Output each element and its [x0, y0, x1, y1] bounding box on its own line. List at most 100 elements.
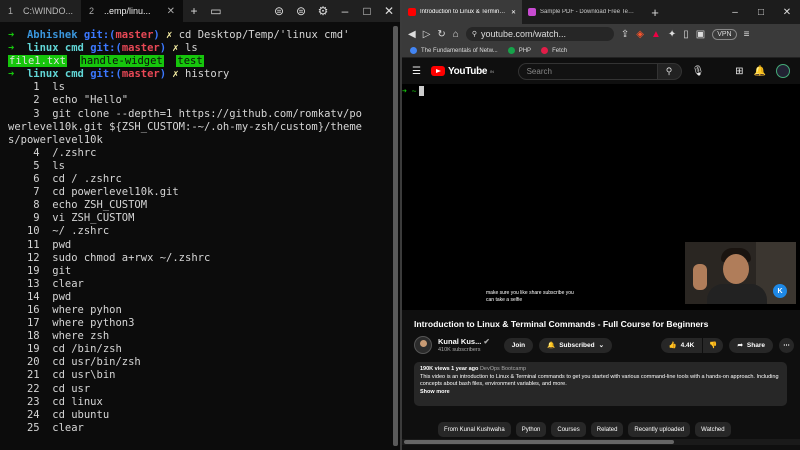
gear-icon[interactable]: ⚙ [312, 0, 334, 22]
hamburger-menu-icon[interactable]: ☰ [412, 66, 421, 77]
like-button[interactable]: 👍 4.4K [660, 337, 703, 353]
address-bar[interactable]: ⚲ youtube.com/watch... [465, 27, 614, 41]
sidebar-icon[interactable]: ▯ [683, 29, 689, 40]
extensions-icon[interactable]: ✦ [668, 29, 676, 40]
new-tab-plus-icon[interactable]: + [183, 0, 205, 22]
back-icon[interactable]: ◀ [408, 29, 416, 40]
history-line: 22 cd usr [8, 382, 91, 395]
history-line: 16 where pyhon [8, 303, 122, 316]
forward-icon[interactable]: ▷ [423, 29, 431, 40]
subscribed-button[interactable]: 🔔 Subscribed ⌄ [539, 337, 613, 353]
terminal-tab-1[interactable]: 1 C:\WINDO... [0, 0, 81, 22]
terminal-window[interactable]: 1 C:\WINDO... 2 ..emp/linu... ✕ + ▭ ⊜ ⊜ … [0, 0, 400, 450]
channel-meta: Kunal Kus... ✔ 410K subscribers [438, 337, 490, 353]
bookmark-item[interactable]: Fetch [541, 47, 567, 54]
bookmark-label: Fetch [552, 47, 568, 54]
filter-chip[interactable]: Related [590, 422, 624, 437]
avatar[interactable] [776, 64, 790, 78]
show-more-link[interactable]: Show more [420, 389, 781, 397]
new-tab-plus-icon[interactable]: + [642, 5, 668, 20]
bookmark-item[interactable]: The Fundamentals of Netw... [410, 47, 498, 54]
caption-line: can take a selfie [486, 297, 523, 303]
site-info-icon[interactable]: ⚲ [472, 30, 477, 38]
join-button[interactable]: Join [503, 337, 534, 353]
rewards-icon[interactable]: ▲ [651, 29, 661, 40]
bookmark-item[interactable]: PHP [507, 47, 531, 54]
channel-name[interactable]: Kunal Kus... ✔ [438, 337, 490, 346]
history-line: 8 echo ZSH_CUSTOM [8, 199, 148, 212]
youtube-favicon-icon [408, 8, 416, 16]
youtube-logo[interactable]: YouTube IN [430, 66, 494, 77]
scroll-thumb[interactable] [404, 440, 674, 444]
bell-icon[interactable]: 🔔 [754, 66, 766, 77]
bell-icon: 🔔 [547, 342, 556, 349]
video-title: Introduction to Linux & Terminal Command… [414, 319, 709, 329]
chevron-down-icon: ⌄ [598, 342, 605, 349]
browser-tab-youtube[interactable]: Introduction to Linux & Terminal C ✕ [402, 0, 522, 24]
menu-icon[interactable]: ≡ [744, 29, 750, 40]
horizontal-scrollbar[interactable] [402, 439, 800, 445]
close-icon[interactable]: ✕ [167, 6, 175, 17]
search-input[interactable]: Search [517, 62, 658, 80]
share-button[interactable]: ➦ Share [729, 337, 773, 353]
logo-region: IN [490, 68, 494, 74]
peace-hand [693, 264, 707, 290]
terminal-tab-2[interactable]: 2 ..emp/linu... ✕ [81, 0, 183, 22]
history-line: 12 sudo chmod a+rwx ~/.zshrc [8, 251, 211, 264]
minimize-icon[interactable]: – [334, 0, 356, 22]
prompt-dir: linux cmd [26, 68, 84, 81]
video-caption: make sure you like share subscribe you c… [486, 290, 574, 304]
browser-tab-pdf[interactable]: Sample PDF - Download Free Test PDF | Sm [522, 0, 642, 24]
prompt-git-close: ) [159, 68, 167, 81]
menu-icon-2[interactable]: ⊜ [290, 0, 312, 22]
ls-dir: handle-widget [79, 55, 164, 68]
tab-label: Sample PDF - Download Free Test PDF | Sm [540, 9, 636, 15]
close-icon[interactable]: ✕ [511, 9, 516, 16]
dislike-button[interactable]: 👎 [703, 337, 724, 353]
command: cd Desktop/Temp/'linux cmd' [172, 29, 350, 41]
search-icon[interactable]: ⚲ [657, 62, 682, 80]
filter-chip[interactable]: Recently uploaded [628, 422, 691, 437]
history-line: 4 /.zshrc [8, 146, 97, 159]
history-line: 24 cd ubuntu [8, 408, 110, 421]
minimize-icon[interactable]: – [722, 7, 748, 18]
video-player[interactable]: ➜ ~ make sure you like share subscribe y… [402, 84, 800, 310]
ls-dir: test [176, 55, 204, 68]
close-window-icon[interactable]: ✕ [774, 7, 800, 18]
ls-file: file1.txt [8, 55, 67, 68]
brave-shield-icon[interactable]: ◈ [636, 29, 644, 40]
close-window-icon[interactable]: ✕ [378, 0, 400, 22]
terminal-scrollbar[interactable] [393, 26, 398, 446]
share-page-icon[interactable]: ⇪ [621, 29, 629, 40]
split-pane-icon[interactable]: ▭ [205, 0, 227, 22]
history-line: 19 cd /bin/zsh [8, 343, 122, 356]
filter-chip[interactable]: Courses [551, 422, 586, 437]
microphone-icon[interactable]: 🎙 [692, 66, 705, 77]
tab-label: C:\WINDO... [23, 6, 74, 16]
related-chips: From Kunal Kushwaha Python Courses Related R… [438, 422, 731, 437]
home-icon[interactable]: ⌂ [453, 29, 459, 40]
more-options-icon[interactable]: ⋯ [779, 337, 794, 353]
filter-chip[interactable]: From Kunal Kushwaha [438, 422, 511, 437]
prompt-line-1: ➜ Abhishek git:(master) ✗ cd Desktop/Tem… [8, 29, 349, 41]
browser-window[interactable]: Introduction to Linux & Terminal C ✕ Sam… [402, 0, 800, 450]
terminal-output[interactable]: ➜ Abhishek git:(master) ✗ cd Desktop/Tem… [8, 29, 386, 435]
create-video-icon[interactable]: ⊞ [735, 66, 743, 77]
channel-row: Kunal Kus... ✔ 410K subscribers Join 🔔 S… [414, 335, 794, 355]
cursor [419, 86, 425, 96]
vpn-button[interactable]: VPN [712, 28, 737, 40]
video-terminal-prompt: ➜ ~ [402, 86, 425, 96]
tab-number: 2 [89, 6, 95, 16]
menu-icon[interactable]: ⊜ [268, 0, 290, 22]
maximize-icon[interactable]: □ [748, 7, 774, 18]
reload-icon[interactable]: ↻ [437, 29, 445, 40]
history-line: 23 cd linux [8, 395, 103, 408]
description-box[interactable]: 190K views 1 year ago DevOps Bootcamp Th… [414, 362, 787, 406]
wallet-icon[interactable]: ▣ [696, 29, 705, 40]
history-line: 9 vi ZSH_CUSTOM [8, 212, 135, 225]
filter-chip[interactable]: Watched [695, 422, 731, 437]
maximize-icon[interactable]: □ [356, 0, 378, 22]
channel-avatar[interactable] [414, 336, 432, 354]
hashtag-link[interactable]: DevOps Bootcamp [480, 366, 526, 372]
filter-chip[interactable]: Python [515, 422, 547, 437]
